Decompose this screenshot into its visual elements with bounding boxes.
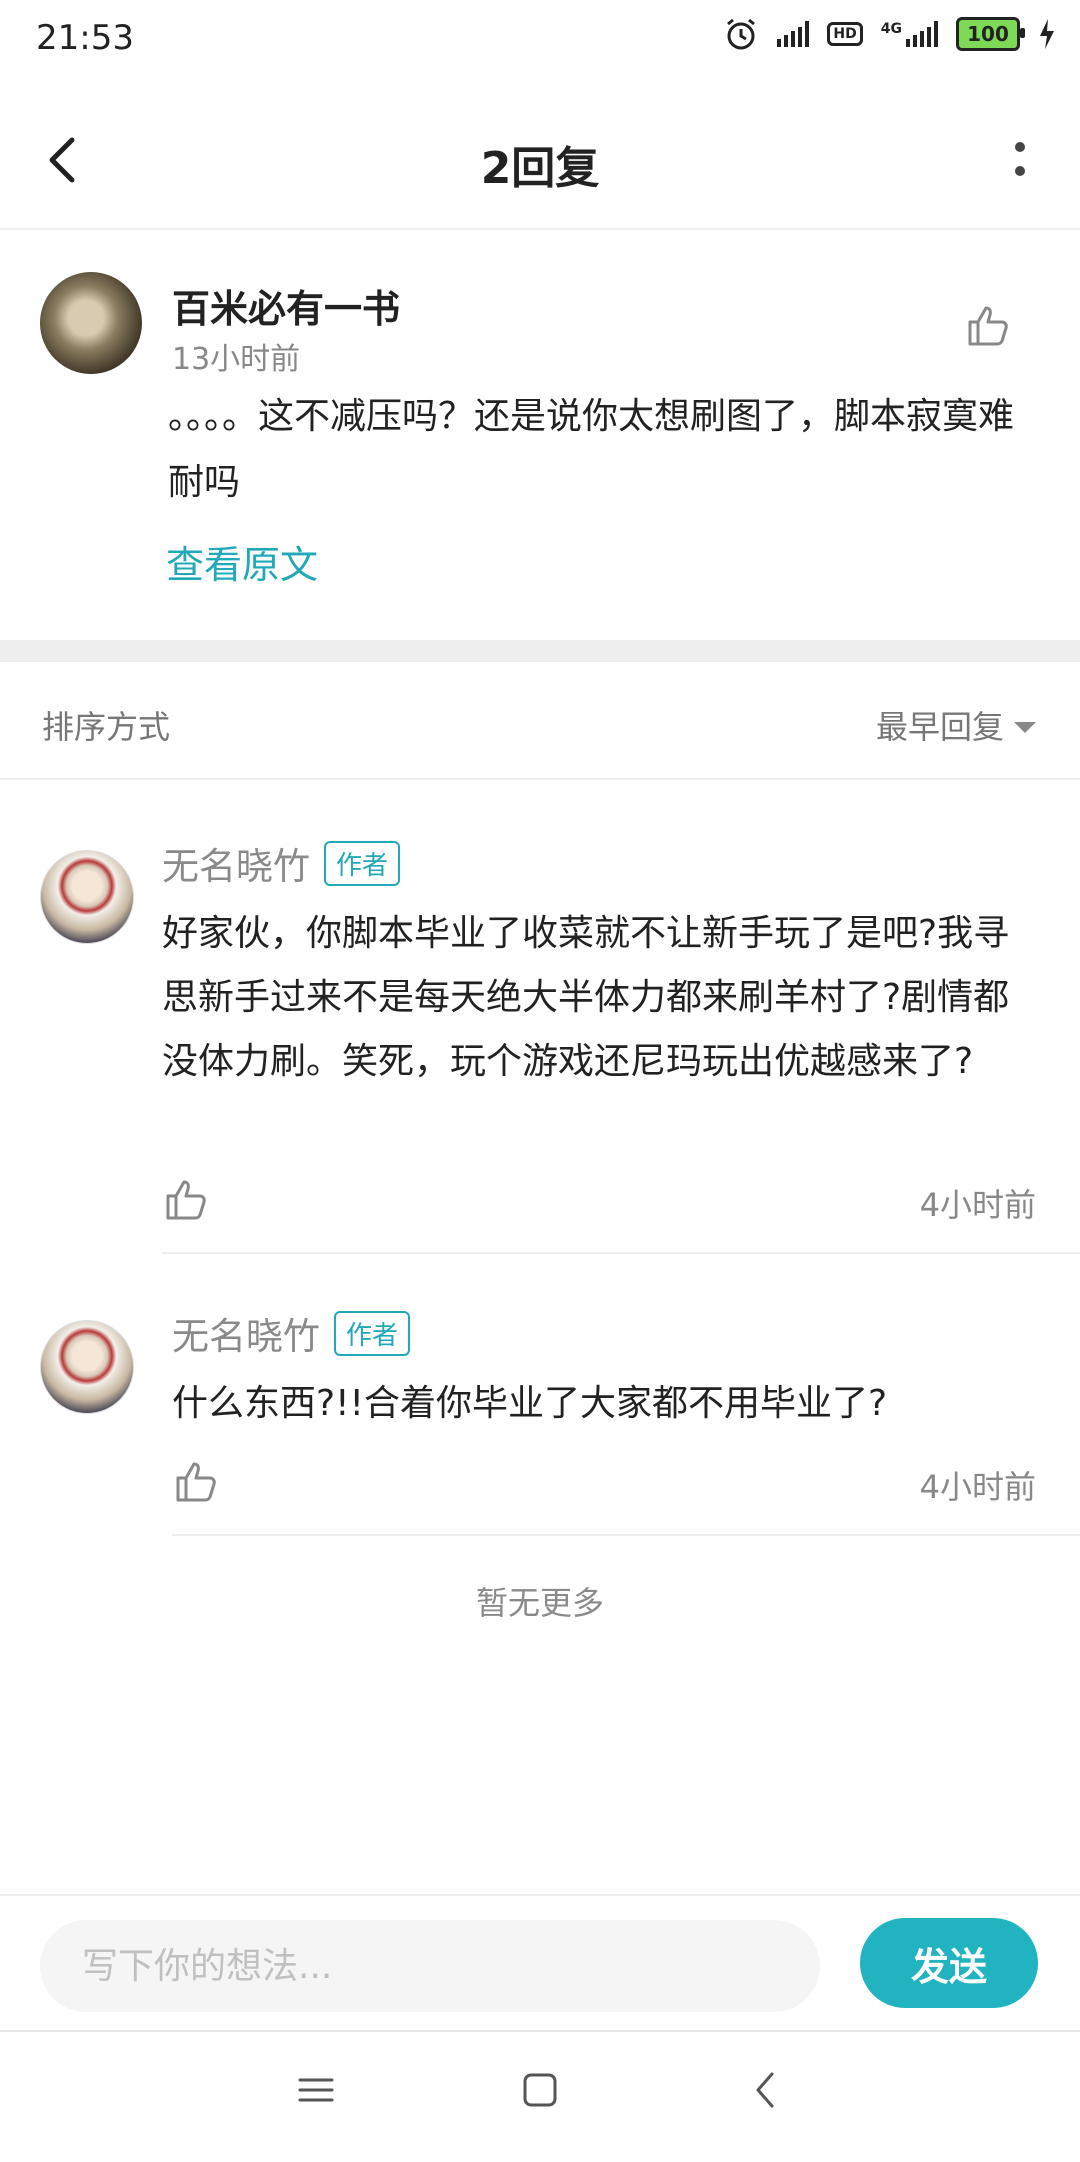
reply-header: 无名晓竹 作者	[162, 836, 401, 890]
comment-input[interactable]	[40, 1920, 820, 2012]
sort-label: 排序方式	[42, 708, 171, 746]
reply-time: 4小时前	[919, 1186, 1036, 1224]
section-divider	[0, 640, 1080, 662]
view-original-link[interactable]: 查看原文	[166, 534, 318, 589]
send-button[interactable]: 发送	[860, 1918, 1038, 2008]
menu-icon[interactable]	[286, 2060, 346, 2120]
reply-text: 什么东西?!!合着你毕业了大家都不用毕业了?	[172, 1383, 888, 1424]
author-badge: 作者	[334, 1310, 411, 1356]
chevron-down-icon	[1014, 721, 1036, 733]
header: 2回复	[0, 100, 1080, 230]
signal-icon	[777, 21, 810, 47]
reply-header: 无名晓竹 作者	[172, 1306, 411, 1360]
more-vertical-icon[interactable]	[1014, 136, 1026, 192]
divider	[0, 778, 1080, 780]
original-text: 。。。。这不减压吗？还是说你太想刷图了，脚本寂寞难耐吗	[168, 396, 1015, 503]
hd-icon: HD	[827, 22, 863, 46]
thumbs-up-icon[interactable]	[172, 1458, 218, 1504]
divider	[162, 1252, 1080, 1254]
reply-text: 好家伙，你脚本毕业了收菜就不让新手玩了是吧?我寻思新手过来不是每天绝大半体力都来…	[162, 913, 1010, 1082]
original-time: 13小时前	[172, 342, 301, 377]
system-nav-bar	[0, 2030, 1080, 2162]
sort-dropdown[interactable]: 最早回复	[876, 702, 1036, 748]
divider	[172, 1534, 1080, 1536]
thumbs-up-icon[interactable]	[964, 302, 1010, 348]
4g-signal-icon: 4G	[881, 21, 938, 47]
sort-selected: 最早回复	[875, 708, 1004, 746]
reply-username[interactable]: 无名晓竹	[162, 836, 310, 890]
original-username[interactable]: 百米必有一书	[172, 278, 400, 333]
avatar[interactable]	[40, 850, 134, 944]
no-more-text: 暂无更多	[475, 1584, 604, 1622]
alarm-icon	[727, 18, 756, 50]
avatar[interactable]	[40, 1320, 134, 1414]
back-icon[interactable]	[736, 2060, 796, 2120]
status-icons: HD 4G 100	[723, 16, 1056, 52]
reply-time: 4小时前	[919, 1468, 1036, 1506]
reply-username[interactable]: 无名晓竹	[172, 1306, 320, 1360]
avatar[interactable]	[40, 272, 142, 374]
charging-icon	[1040, 19, 1054, 49]
comment-composer: 发送	[0, 1894, 1080, 2032]
page-title: 2回复	[480, 143, 600, 194]
home-icon[interactable]	[510, 2060, 570, 2120]
status-time: 21:53	[36, 18, 134, 58]
author-badge: 作者	[324, 840, 401, 886]
thumbs-up-icon[interactable]	[162, 1176, 208, 1222]
battery-icon: 100	[956, 17, 1025, 51]
